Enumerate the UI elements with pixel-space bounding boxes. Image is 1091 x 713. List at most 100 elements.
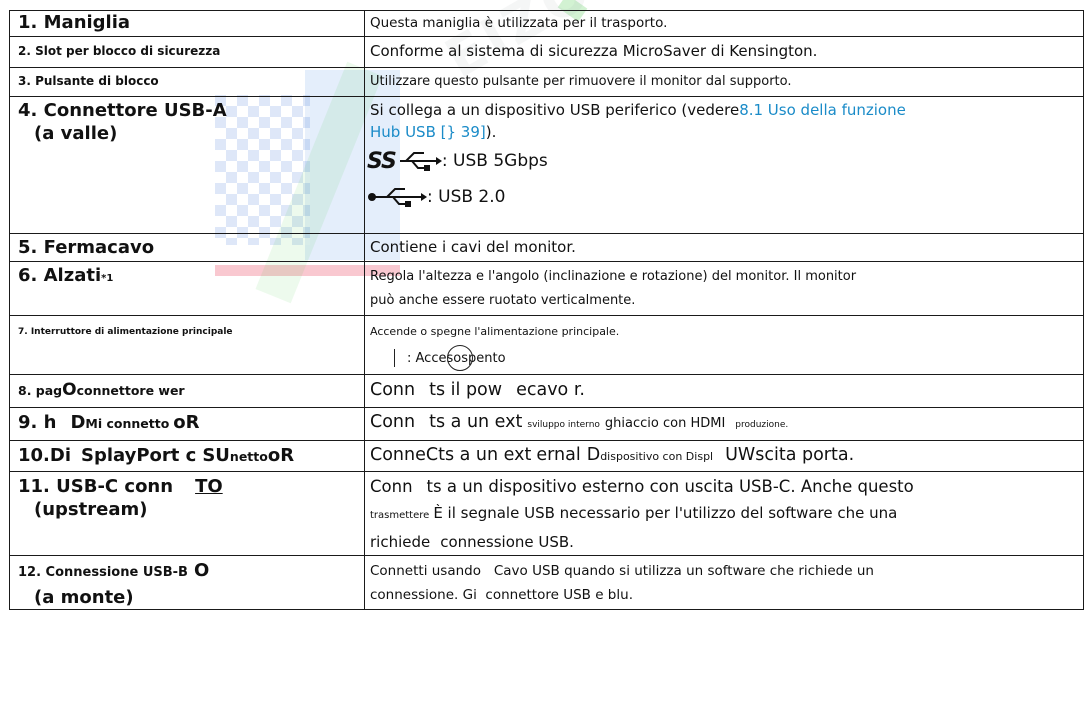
row-4-desc: Si collega a un dispositivo USB periferi… <box>364 96 1084 234</box>
part-description-glyph: D <box>586 445 601 465</box>
part-description-small: sviluppo interno <box>527 420 600 430</box>
row-12-desc: Connetti usando Cavo USB quando si utili… <box>364 555 1084 610</box>
part-name-mid: SplayPort c <box>81 445 197 466</box>
row-7-desc: Accende o spegne l'alimentazione princip… <box>364 315 1084 375</box>
table-row: 1. Maniglia Questa maniglia è utilizzata… <box>9 10 1084 37</box>
part-name-end: oR <box>267 445 295 466</box>
footnote-marker: *1 <box>101 273 114 284</box>
table-row: 2. Slot per blocco di sicurezza Conforme… <box>9 36 1084 68</box>
part-name-glyph: SU <box>202 445 230 466</box>
part-name: 6. Alzati <box>18 265 102 286</box>
parts-table: 1. Maniglia Questa maniglia è utilizzata… <box>9 10 1084 610</box>
part-name: 12. Connessione USB-B <box>18 565 188 580</box>
row-5-desc: Contiene i cavi del monitor. <box>364 233 1084 262</box>
part-name-small: netto <box>229 449 268 464</box>
table-row: 11. USB-C conn TO (upstream) Conn ts a un … <box>9 471 1084 556</box>
row-11-head: 11. USB-C conn TO (upstream) <box>9 471 365 556</box>
part-name-sub: (upstream) <box>34 499 148 520</box>
part-description: Regola l'altezza e l'angolo (inclinazion… <box>370 269 857 284</box>
usb-trident-icon <box>399 152 442 171</box>
row-2-head: 2. Slot per blocco di sicurezza <box>9 36 365 68</box>
row-8-desc: Conn ts il pow ecavo r. <box>364 374 1084 408</box>
part-description-end: produzione. <box>735 420 789 430</box>
part-description: Accende o spegne l'alimentazione princip… <box>370 325 620 338</box>
part-description-cont: connessione. Gi connettore USB e blu. <box>370 587 633 603</box>
part-name: 4. Connettore USB-A <box>18 100 227 121</box>
part-name: 8. pag <box>18 383 63 398</box>
part-name: 9. h <box>18 412 57 433</box>
part-name: 3. Pulsante di blocco <box>18 74 159 88</box>
part-name-glyph: O <box>62 380 77 400</box>
part-description-mid: ts il pow <box>429 380 503 400</box>
row-4-head: 4. Connettore USB-A (a valle) <box>9 96 365 234</box>
part-name: 11. USB-C conn <box>18 476 174 497</box>
part-description-cont: ts a un dispositivo esterno con uscita U… <box>426 477 914 496</box>
table-row: 3. Pulsante di blocco Utilizzare questo … <box>9 67 1084 97</box>
part-description: Utilizzare questo pulsante per rimuovere… <box>370 74 792 89</box>
row-2-desc: Conforme al sistema di sicurezza MicroSa… <box>364 36 1084 68</box>
part-description: Conn <box>370 477 413 496</box>
table-row: 9. h DMi connetto oR Conn ts a un ext svilup… <box>9 407 1084 441</box>
part-description-small: trasmettere <box>370 510 430 521</box>
cross-reference-link[interactable]: 8.1 Uso della funzione <box>739 101 906 119</box>
part-name-glyph: O <box>193 560 210 581</box>
part-description-mid: ts a un ext <box>429 412 523 432</box>
table-row: 12. Connessione USB-B O (a monte) Connett… <box>9 555 1084 610</box>
part-name: 2. Slot per blocco di sicurezza <box>18 44 221 58</box>
table-row: 7. Interruttore di alimentazione princip… <box>9 315 1084 375</box>
part-name-mid: Mi connetto <box>85 416 170 431</box>
part-name: 10.Di <box>18 445 71 466</box>
row-1-head: 1. Maniglia <box>9 10 365 37</box>
part-description-glyph2: UW <box>725 445 756 465</box>
part-description: Conn <box>370 412 416 432</box>
power-off-symbol-icon <box>447 344 474 371</box>
part-description-end: ecavo r. <box>516 380 585 400</box>
part-description: ). <box>485 123 497 141</box>
table-row: 5. Fermacavo Contiene i cavi del monitor… <box>9 233 1084 262</box>
row-9-head: 9. h DMi connetto oR <box>9 407 365 441</box>
part-description-cont: ghiaccio con HDMI <box>604 416 726 431</box>
row-10-head: 10.Di SplayPort c SUnettooR <box>9 440 365 472</box>
part-description: Contiene i cavi del monitor. <box>370 238 576 256</box>
row-1-desc: Questa maniglia è utilizzata per il tras… <box>364 10 1084 37</box>
part-name-glyph: TO <box>195 476 223 497</box>
part-description-end: connessione USB. <box>440 533 574 551</box>
part-description-cont2: È il segnale USB necessario per l'utiliz… <box>433 504 898 522</box>
row-3-desc: Utilizzare questo pulsante per rimuovere… <box>364 67 1084 97</box>
table-row: 10.Di SplayPort c SUnettooR ConneCts a un … <box>9 440 1084 472</box>
table-row: 8. pagOconnettore wer Conn ts il pow ecavo… <box>9 374 1084 408</box>
row-12-head: 12. Connessione USB-B O (a monte) <box>9 555 365 610</box>
part-name-glyph: D <box>70 412 86 433</box>
row-6-desc: Regola l'altezza e l'angolo (inclinazion… <box>364 261 1084 316</box>
part-description-small: dispositivo con Displ <box>600 450 714 463</box>
part-name-rest: connettore wer <box>76 383 185 398</box>
part-description: Questa maniglia è utilizzata per il tras… <box>370 15 668 31</box>
part-name-sub: (a monte) <box>34 587 134 608</box>
part-description: ConneCts a un ext <box>370 445 532 465</box>
part-description: Conforme al sistema di sicurezza MicroSa… <box>370 42 818 60</box>
row-9-desc: Conn ts a un ext sviluppo interno ghiaccio … <box>364 407 1084 441</box>
part-name: 1. Maniglia <box>18 12 131 33</box>
row-3-head: 3. Pulsante di blocco <box>9 67 365 97</box>
table-row: 6. Alzati*1 Regola l'altezza e l'angolo … <box>9 261 1084 316</box>
part-description-cont: può anche essere ruotato verticalmente. <box>370 293 636 308</box>
row-7-head: 7. Interruttore di alimentazione princip… <box>9 315 365 375</box>
part-description-mid: ernal <box>536 445 581 465</box>
usb-5gbps-label: : USB 5Gbps <box>441 151 548 171</box>
part-name: 5. Fermacavo <box>18 237 155 258</box>
row-8-head: 8. pagOconnettore wer <box>9 374 365 408</box>
superspeed-usb-logo: SS <box>367 148 397 174</box>
usb-2-label: : USB 2.0 <box>427 187 506 207</box>
row-6-head: 6. Alzati*1 <box>9 261 365 316</box>
power-on-symbol-icon <box>394 349 395 367</box>
part-name-end: oR <box>173 412 200 433</box>
part-description-cont3: richiede <box>370 533 431 551</box>
table-row: 4. Connettore USB-A (a valle) Si collega… <box>9 96 1084 234</box>
row-10-desc: ConneCts a un ext ernal Ddispositivo con D… <box>364 440 1084 472</box>
row-11-desc: Conn ts a un dispositivo esterno con usci… <box>364 471 1084 556</box>
cross-reference-link[interactable]: Hub USB [} 39] <box>370 123 486 141</box>
part-name: 7. Interruttore di alimentazione princip… <box>18 327 233 337</box>
usb-2-icon <box>368 188 427 207</box>
part-name-sub: (a valle) <box>34 123 118 144</box>
part-description: Si collega a un dispositivo USB periferi… <box>370 101 740 119</box>
